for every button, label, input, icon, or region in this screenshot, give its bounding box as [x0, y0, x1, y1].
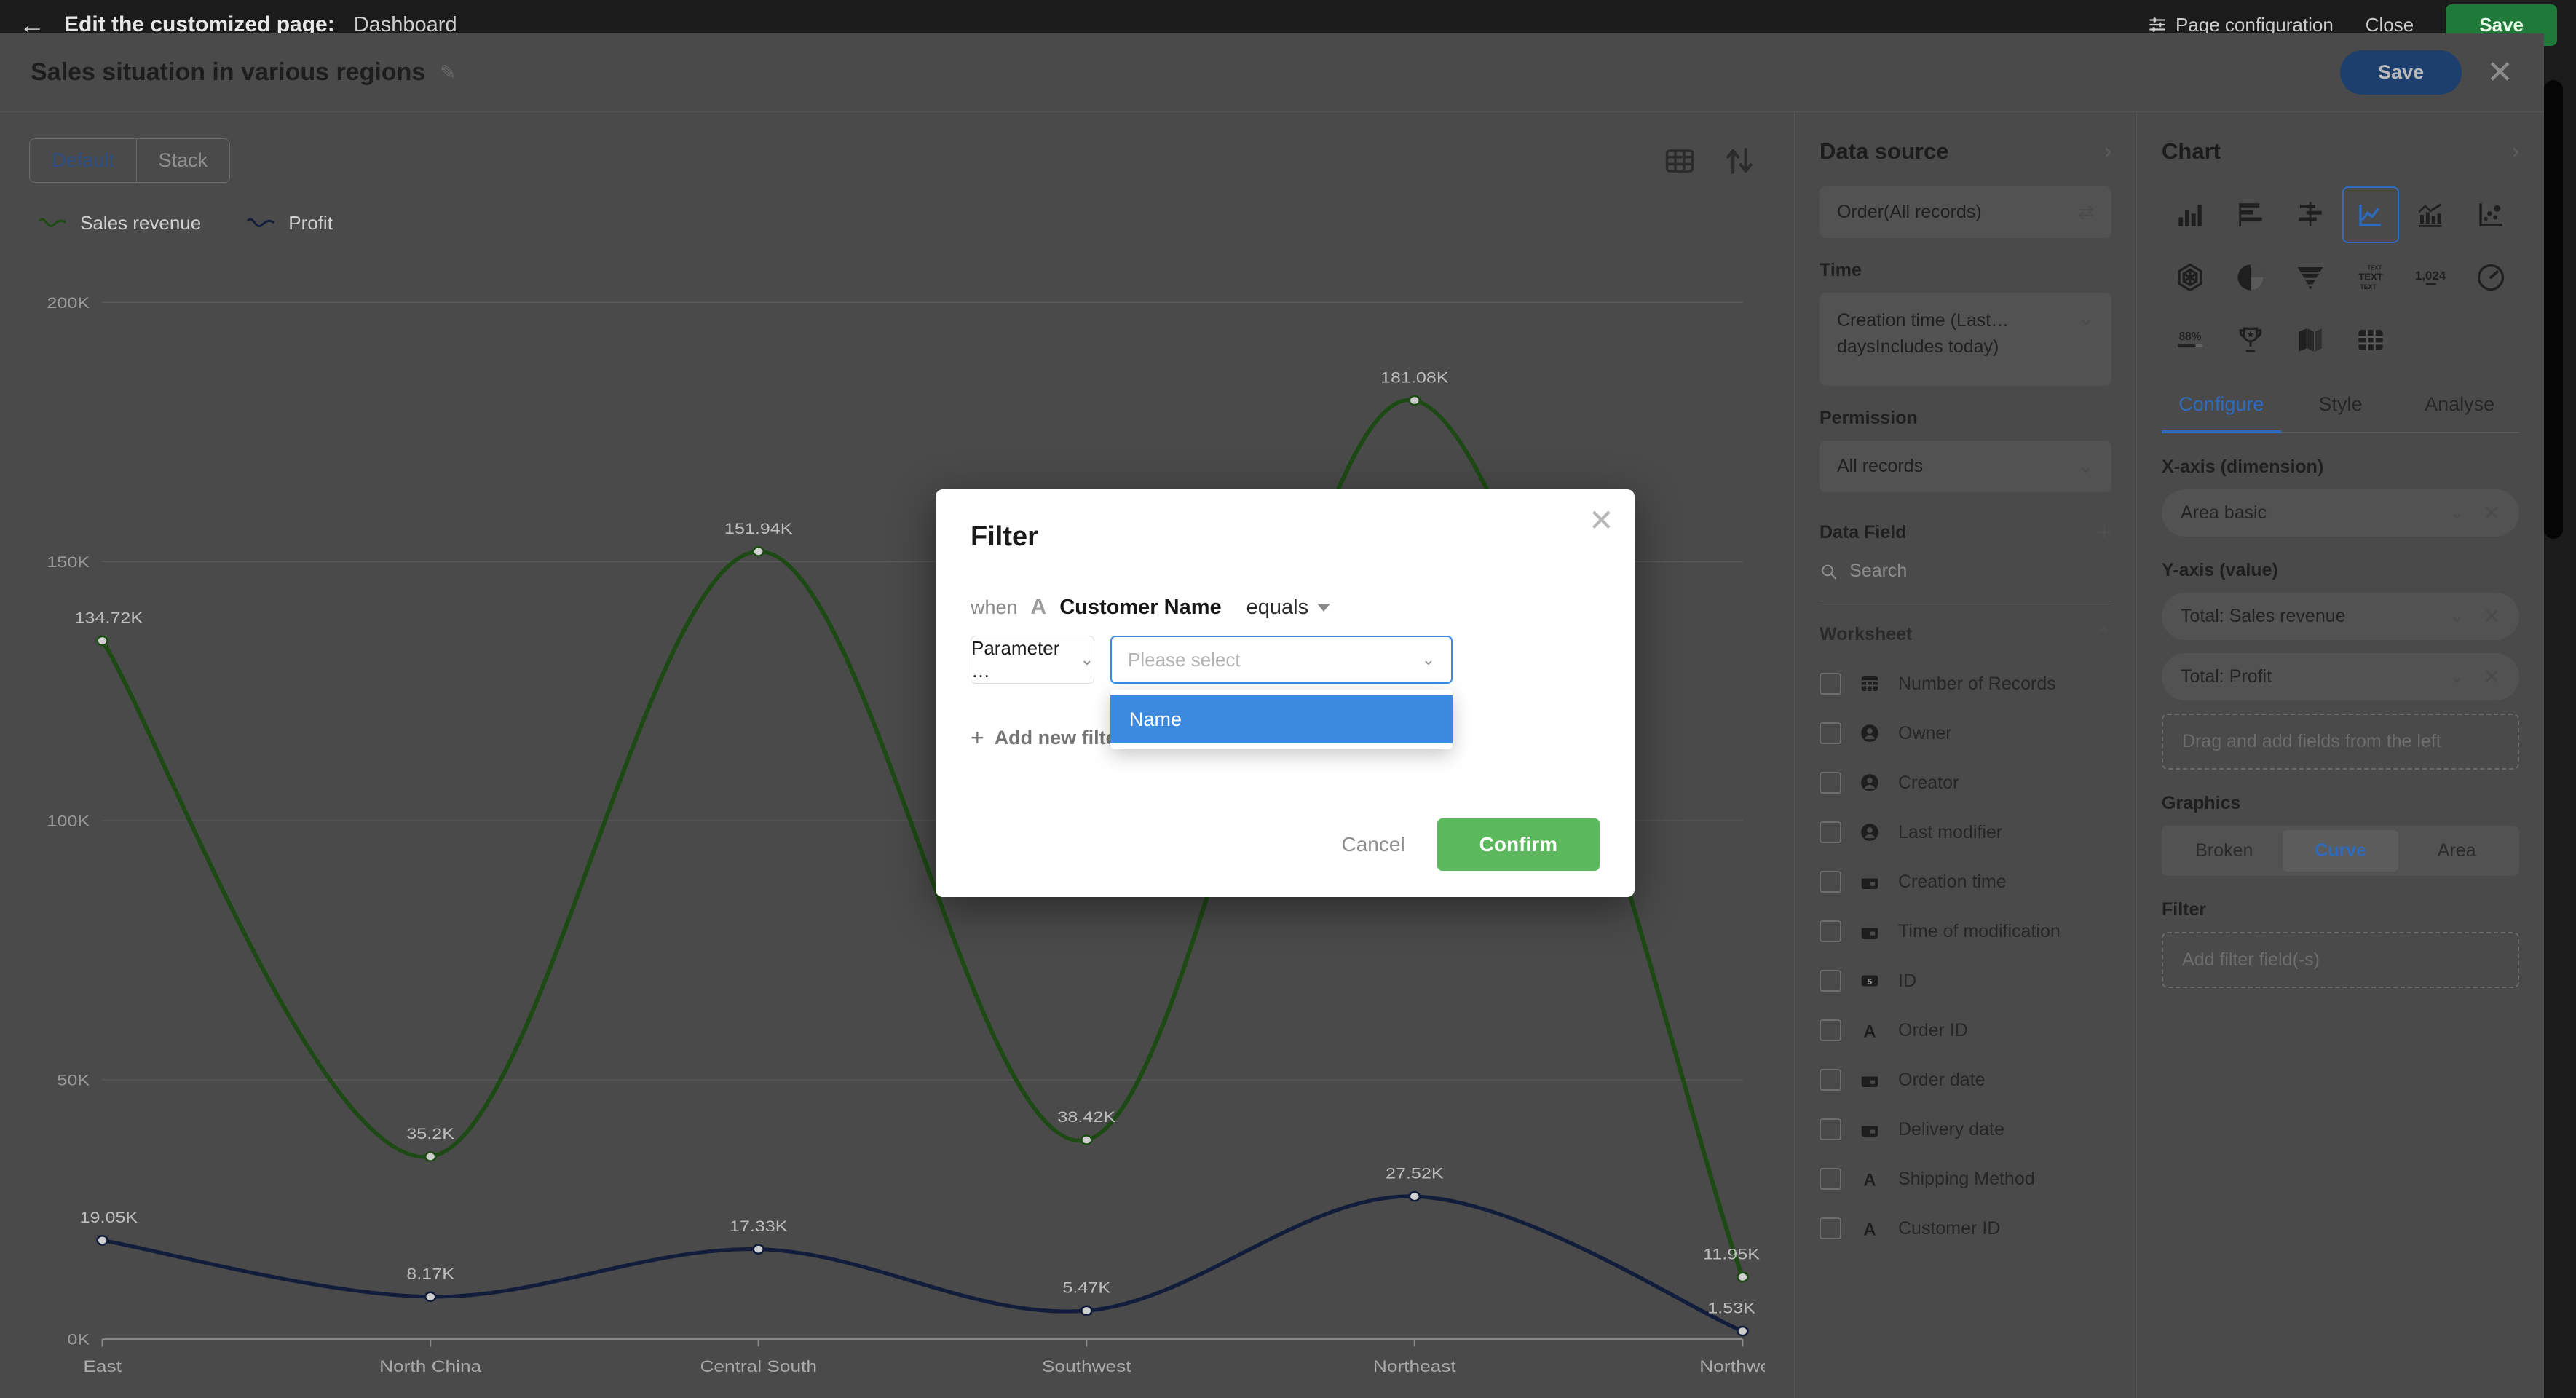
filter-value-select[interactable]: Please select ⌄ — [1110, 636, 1453, 684]
close-icon[interactable]: ✕ — [1589, 505, 1614, 536]
filter-field-name: Customer Name — [1059, 595, 1222, 619]
filter-modal: ✕ Filter when A Customer Name equals Par… — [936, 489, 1635, 897]
caret-down-icon — [1317, 603, 1331, 612]
plus-icon: + — [971, 724, 984, 751]
cancel-button[interactable]: Cancel — [1342, 833, 1405, 856]
letter-a-icon: A — [1030, 595, 1047, 619]
filter-value-wrapper: Please select ⌄ Name — [1110, 636, 1453, 749]
filter-condition-row: when A Customer Name equals — [936, 553, 1635, 620]
parameter-type-value: Parameter … — [971, 637, 1060, 682]
modal-footer: Cancel Confirm — [1342, 818, 1600, 871]
filter-operator-label: equals — [1246, 595, 1309, 619]
when-label: when — [971, 596, 1018, 618]
modal-title: Filter — [971, 521, 1038, 552]
filter-input-row: Parameter … ⌄ Please select ⌄ Name — [936, 620, 1635, 749]
add-new-filter-button[interactable]: + Add new filter — [971, 724, 1124, 751]
filter-operator-select[interactable]: equals — [1246, 595, 1331, 620]
chevron-down-icon: ⌄ — [1421, 650, 1435, 668]
chevron-down-icon: ⌄ — [1080, 650, 1094, 668]
confirm-button[interactable]: Confirm — [1437, 818, 1600, 871]
filter-value-dropdown: Name — [1110, 690, 1453, 749]
parameter-type-select[interactable]: Parameter … ⌄ — [971, 636, 1094, 684]
filter-value-placeholder: Please select — [1128, 648, 1241, 671]
add-new-filter-label: Add new filter — [994, 727, 1125, 749]
dropdown-option-name[interactable]: Name — [1110, 695, 1453, 743]
